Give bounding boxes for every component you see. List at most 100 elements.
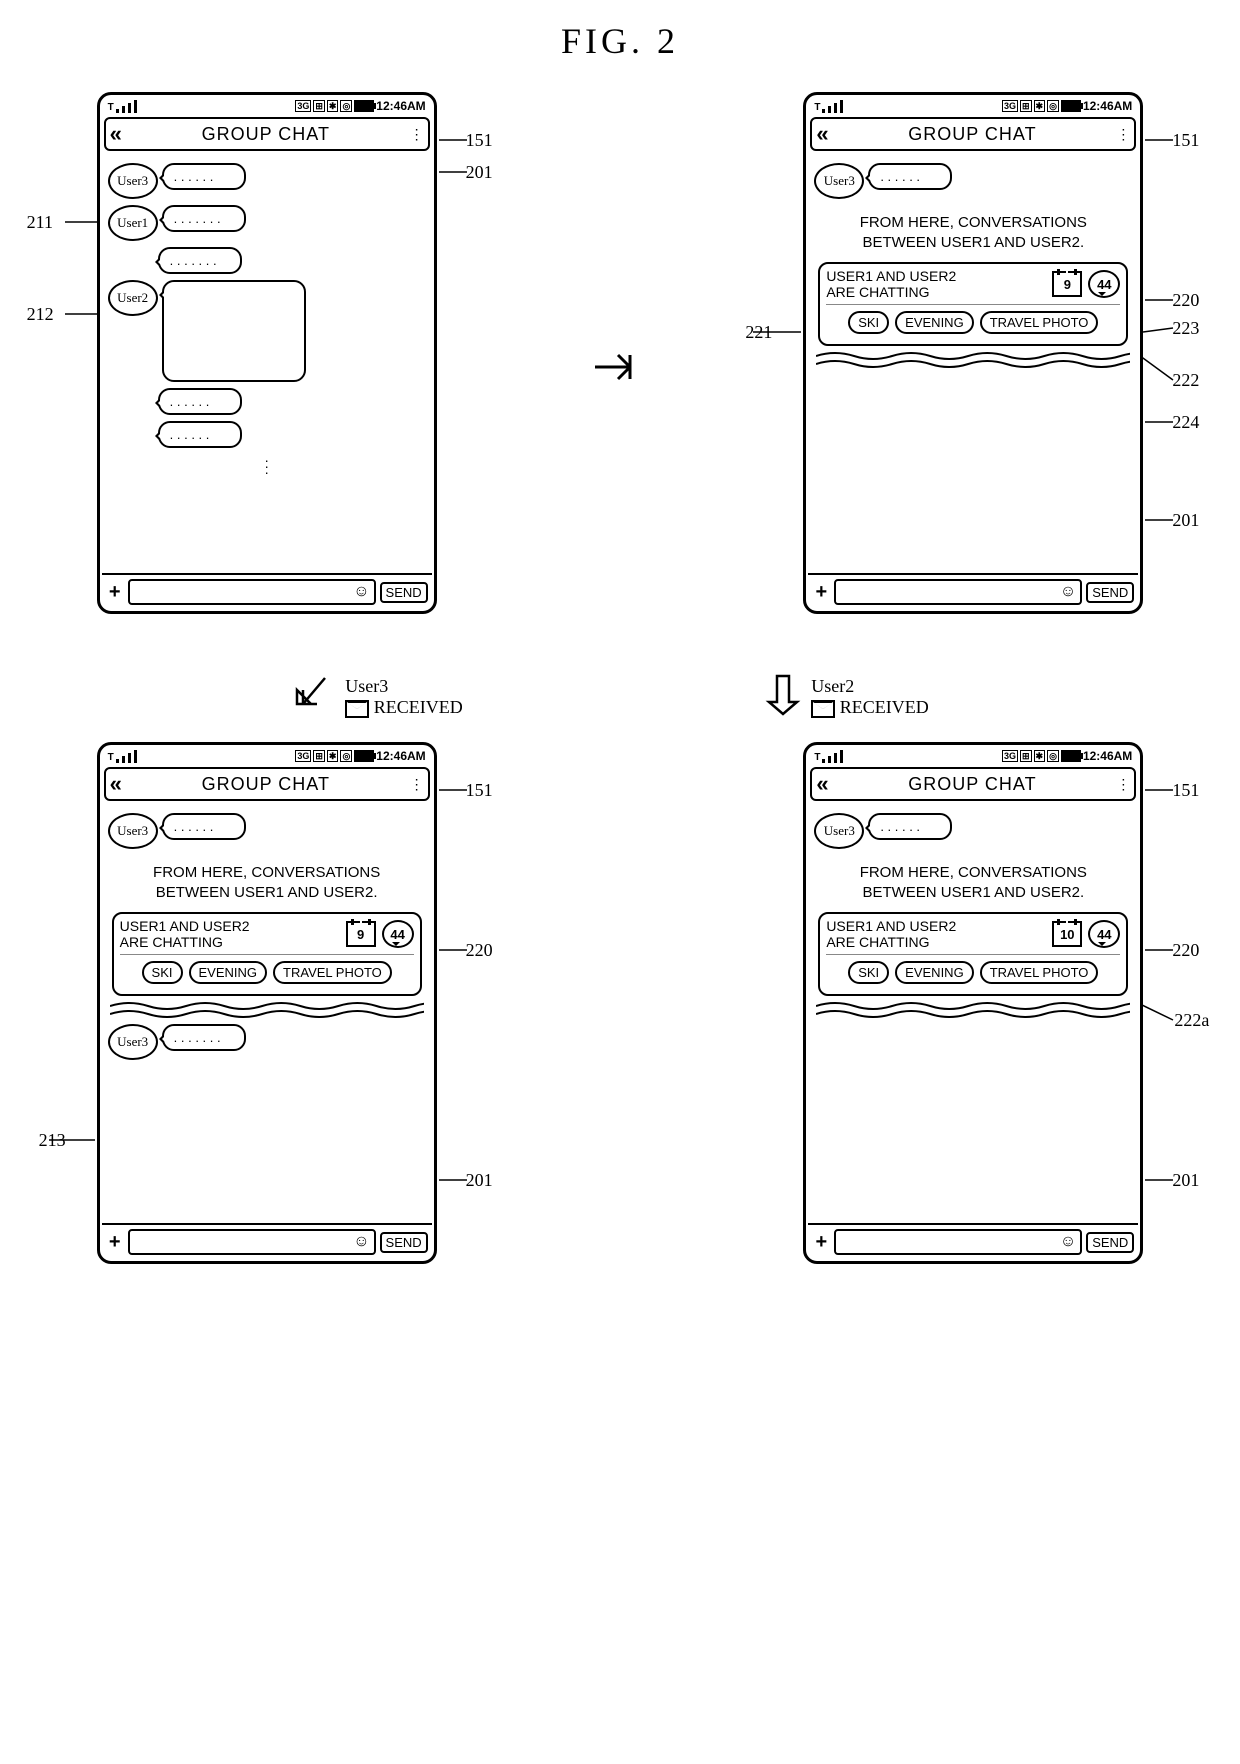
text-input[interactable]: ☺ bbox=[128, 1229, 376, 1255]
figure-title: FIG. 2 bbox=[20, 20, 1220, 62]
status-bar: T 3G ⊞ ✱ ◎ 12:46AM bbox=[808, 747, 1138, 765]
status-time: 12:46AM bbox=[1083, 99, 1132, 113]
text-input[interactable]: ☺ bbox=[128, 579, 376, 605]
emoji-icon[interactable]: ☺ bbox=[353, 583, 369, 601]
message-row: User2 bbox=[108, 280, 426, 382]
back-icon[interactable]: « bbox=[816, 771, 828, 797]
tag-row: SKI EVENING TRAVEL PHOTO bbox=[120, 955, 414, 990]
callout-151: 151 bbox=[466, 780, 493, 801]
status-icon: 3G bbox=[295, 100, 311, 112]
tag-evening[interactable]: EVENING bbox=[189, 961, 268, 984]
menu-icon[interactable]: ⋮ bbox=[1116, 131, 1130, 137]
status-icon: ⊞ bbox=[313, 100, 325, 112]
status-icon: 3G bbox=[1002, 750, 1018, 762]
emoji-icon[interactable]: ☺ bbox=[1060, 583, 1076, 601]
message-bubble: . . . . . . bbox=[868, 163, 952, 190]
phone-screen-d: T 3G ⊞ ✱ ◎ 12:46AM « GROUP CHAT ⋮ bbox=[803, 742, 1143, 1264]
avatar-user2[interactable]: User2 bbox=[108, 280, 158, 316]
title-bar: « GROUP CHAT ⋮ bbox=[810, 117, 1136, 151]
summary-text: USER1 AND USER2 ARE CHATTING bbox=[826, 918, 956, 950]
add-icon[interactable]: + bbox=[812, 581, 830, 604]
status-icon: ◎ bbox=[1047, 100, 1059, 112]
arrow-down-icon bbox=[765, 672, 801, 722]
title-bar: « GROUP CHAT ⋮ bbox=[104, 117, 430, 151]
chat-area: User3 . . . . . . FROM HERE, CONVERSATIO… bbox=[102, 803, 432, 1223]
back-icon[interactable]: « bbox=[110, 771, 122, 797]
tag-evening[interactable]: EVENING bbox=[895, 961, 974, 984]
text-input[interactable]: ☺ bbox=[834, 1229, 1082, 1255]
calendar-icon[interactable]: 9 bbox=[1052, 271, 1082, 297]
send-button[interactable]: SEND bbox=[380, 1232, 428, 1253]
callout-201: 201 bbox=[1172, 1170, 1199, 1191]
tag-travel-photo[interactable]: TRAVEL PHOTO bbox=[980, 961, 1099, 984]
avatar-user3[interactable]: User3 bbox=[108, 813, 158, 849]
send-button[interactable]: SEND bbox=[1086, 1232, 1134, 1253]
info-banner: FROM HERE, CONVERSATIONS BETWEEN USER1 A… bbox=[814, 205, 1132, 260]
message-row: User3 . . . . . . bbox=[108, 163, 426, 199]
message-row: . . . . . . . bbox=[158, 247, 426, 274]
info-banner: FROM HERE, CONVERSATIONS BETWEEN USER1 A… bbox=[814, 855, 1132, 910]
add-icon[interactable]: + bbox=[106, 581, 124, 604]
chat-area: User3 . . . . . . FROM HERE, CONVERSATIO… bbox=[808, 153, 1138, 573]
callout-151: 151 bbox=[1172, 780, 1199, 801]
avatar-user3[interactable]: User3 bbox=[814, 163, 864, 199]
calendar-icon[interactable]: 10 bbox=[1052, 921, 1082, 947]
add-icon[interactable]: + bbox=[812, 1231, 830, 1254]
count-bubble-icon[interactable]: 44 bbox=[1088, 270, 1120, 298]
message-row: User3 . . . . . . bbox=[108, 813, 426, 849]
status-icon: ⊞ bbox=[1020, 750, 1032, 762]
signal-icon: T bbox=[108, 750, 138, 763]
callout-220: 220 bbox=[1172, 290, 1199, 311]
summary-box[interactable]: USER1 AND USER2 ARE CHATTING 10 44 SKI E… bbox=[818, 912, 1128, 996]
battery-icon bbox=[354, 100, 374, 112]
battery-icon bbox=[1061, 750, 1081, 762]
phone-screen-b: T 3G ⊞ ✱ ◎ 12:46AM « GROUP CHAT ⋮ bbox=[803, 92, 1143, 614]
wave-divider bbox=[816, 350, 1130, 368]
title-bar: « GROUP CHAT ⋮ bbox=[104, 767, 430, 801]
tag-evening[interactable]: EVENING bbox=[895, 311, 974, 334]
status-icon: ⊞ bbox=[313, 750, 325, 762]
menu-icon[interactable]: ⋮ bbox=[1116, 781, 1130, 787]
message-bubble: . . . . . . bbox=[158, 421, 242, 448]
count-bubble-icon[interactable]: 44 bbox=[1088, 920, 1120, 948]
tag-ski[interactable]: SKI bbox=[848, 311, 889, 334]
back-icon[interactable]: « bbox=[110, 121, 122, 147]
message-bubble: . . . . . . . bbox=[162, 205, 246, 232]
phone-screen-c: T 3G ⊞ ✱ ◎ 12:46AM « GROUP CHAT ⋮ bbox=[97, 742, 437, 1264]
calendar-icon[interactable]: 9 bbox=[346, 921, 376, 947]
mid-received-label: RECEIVED bbox=[374, 697, 463, 717]
avatar-user3[interactable]: User3 bbox=[108, 163, 158, 199]
title-text: GROUP CHAT bbox=[829, 774, 1117, 795]
emoji-icon[interactable]: ☺ bbox=[353, 1233, 369, 1251]
add-icon[interactable]: + bbox=[106, 1231, 124, 1254]
tag-travel-photo[interactable]: TRAVEL PHOTO bbox=[980, 311, 1099, 334]
callout-213: 213 bbox=[39, 1130, 66, 1151]
title-text: GROUP CHAT bbox=[122, 774, 410, 795]
back-icon[interactable]: « bbox=[816, 121, 828, 147]
envelope-icon bbox=[811, 700, 835, 718]
tag-travel-photo[interactable]: TRAVEL PHOTO bbox=[273, 961, 392, 984]
tag-ski[interactable]: SKI bbox=[142, 961, 183, 984]
callout-151: 151 bbox=[1172, 130, 1199, 151]
tag-ski[interactable]: SKI bbox=[848, 961, 889, 984]
status-icon: ◎ bbox=[340, 100, 352, 112]
avatar-user1[interactable]: User1 bbox=[108, 205, 158, 241]
callout-223: 223 bbox=[1172, 318, 1199, 339]
summary-box[interactable]: USER1 AND USER2 ARE CHATTING 9 44 SKI EV… bbox=[818, 262, 1128, 346]
emoji-icon[interactable]: ☺ bbox=[1060, 1233, 1076, 1251]
summary-box[interactable]: USER1 AND USER2 ARE CHATTING 9 44 SKI EV… bbox=[112, 912, 422, 996]
menu-icon[interactable]: ⋮ bbox=[410, 131, 424, 137]
count-bubble-icon[interactable]: 44 bbox=[382, 920, 414, 948]
mid-user2-label: User2 bbox=[811, 676, 854, 696]
avatar-user3[interactable]: User3 bbox=[108, 1024, 158, 1060]
menu-icon[interactable]: ⋮ bbox=[410, 781, 424, 787]
message-row: . . . . . . bbox=[158, 388, 426, 415]
callout-212: 212 bbox=[27, 304, 54, 325]
phone-screen-a: T 3G ⊞ ✱ ◎ 12:46AM « GROUP CHAT bbox=[97, 92, 437, 614]
message-bubble: . . . . . . bbox=[162, 813, 246, 840]
avatar-user3[interactable]: User3 bbox=[814, 813, 864, 849]
tag-row: SKI EVENING TRAVEL PHOTO bbox=[826, 955, 1120, 990]
send-button[interactable]: SEND bbox=[1086, 582, 1134, 603]
send-button[interactable]: SEND bbox=[380, 582, 428, 603]
text-input[interactable]: ☺ bbox=[834, 579, 1082, 605]
